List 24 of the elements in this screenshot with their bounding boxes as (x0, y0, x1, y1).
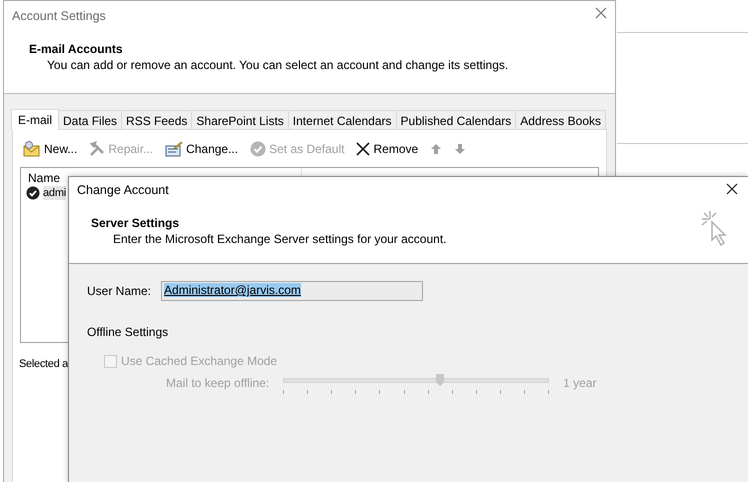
section-heading: Offline Settings (87, 325, 170, 339)
user-name-field[interactable]: Administrator@jarvis.com (161, 281, 424, 301)
section-heading: E-mail Accounts (29, 42, 123, 56)
slider-label: Mail to keep offline: (166, 376, 270, 390)
close-icon (356, 142, 370, 156)
window-title: Account Settings (12, 9, 106, 23)
remove-button[interactable]: Remove (356, 142, 418, 156)
tab[interactable]: Address Books (515, 110, 606, 129)
change-button[interactable]: Change... (165, 141, 238, 157)
new-button[interactable]: New... (23, 141, 78, 157)
section-heading: Server Settings (91, 216, 180, 230)
tab[interactable]: E-mail (11, 109, 60, 130)
check-circle-icon (250, 141, 266, 157)
form-icon (165, 141, 184, 157)
column-header[interactable]: Name (28, 168, 60, 188)
envelope-icon (23, 141, 41, 157)
slider-reading: 1 year (563, 376, 597, 390)
description-text: Enter the Microsoft Exchange Server settings for your account. (113, 232, 446, 246)
description-text: You can add or remove an account. You can select an account and change its settings. (47, 58, 508, 72)
window-title: Change Account (77, 183, 169, 197)
selected-account-label: Selected a (19, 358, 68, 370)
field-label: User Name: (87, 284, 152, 298)
tools-icon (89, 141, 106, 157)
account-item[interactable]: admi (43, 186, 66, 200)
